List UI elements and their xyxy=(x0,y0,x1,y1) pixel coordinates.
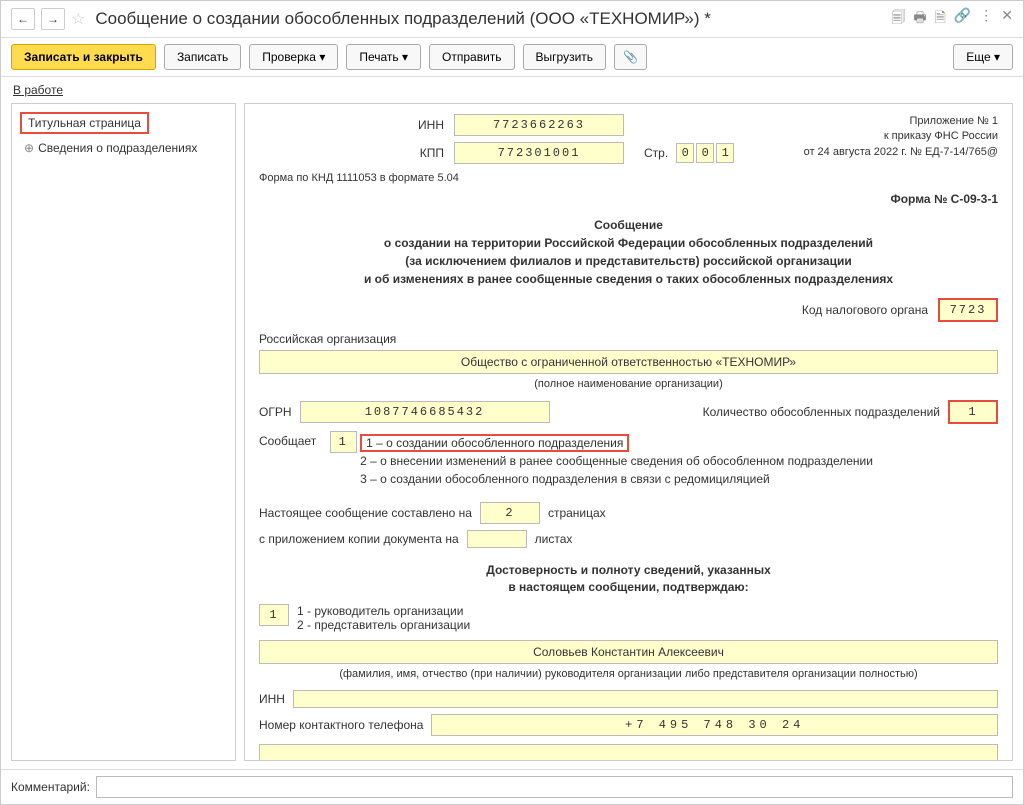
save-close-button[interactable]: Записать и закрыть xyxy=(11,44,156,70)
page-label: Стр. xyxy=(644,146,668,160)
confirm-header: Достоверность и полноту сведений, указан… xyxy=(259,562,998,596)
nav-back-button[interactable]: ← xyxy=(11,8,35,30)
reports-code-field[interactable]: 1 xyxy=(330,431,357,453)
print-button[interactable]: Печать ▾ xyxy=(346,44,421,70)
more-button[interactable]: Еще ▾ xyxy=(953,44,1013,70)
auth-doc-field[interactable] xyxy=(259,744,998,761)
document-title: Сообщение о создании на территории Росси… xyxy=(259,216,998,288)
signer-options: 1 - руководитель организации 2 - предста… xyxy=(297,604,470,632)
knd-label: Форма по КНД 1111053 в формате 5.04 xyxy=(259,172,998,184)
signer-inn-label: ИНН xyxy=(259,692,285,706)
tree-item-title-page[interactable]: Титульная страница xyxy=(20,112,149,134)
tree-expand-icon[interactable]: ⊕ xyxy=(24,141,34,155)
status-link[interactable]: В работе xyxy=(13,83,63,97)
count-field[interactable]: 1 xyxy=(948,400,998,424)
reports-label: Сообщает xyxy=(259,434,316,448)
send-button[interactable]: Отправить xyxy=(429,44,515,70)
inn-label: ИНН xyxy=(404,118,444,132)
pages-text2: страницах xyxy=(548,506,606,520)
clipboard-icon[interactable]: 🗎 xyxy=(935,7,946,31)
form-code: Форма № С-09-3-1 xyxy=(259,192,998,206)
comment-input[interactable] xyxy=(96,776,1013,798)
form-panel: Приложение № 1 к приказу ФНС России от 2… xyxy=(244,103,1013,761)
org-label: Российская организация xyxy=(259,332,998,346)
tax-code-label: Код налогового органа xyxy=(802,303,928,317)
signer-caption: (фамилия, имя, отчество (при наличии) ру… xyxy=(259,668,998,680)
phone-label: Номер контактного телефона xyxy=(259,718,423,732)
org-caption: (полное наименование организации) xyxy=(259,378,998,390)
close-icon[interactable]: ✕ xyxy=(1001,7,1013,31)
export-button[interactable]: Выгрузить xyxy=(523,44,607,70)
toolbar: Записать и закрыть Записать Проверка ▾ П… xyxy=(1,38,1023,77)
status-row: В работе xyxy=(1,77,1023,103)
paperclip-icon: 📎 xyxy=(623,50,638,64)
ogrn-field[interactable]: 1087746685432 xyxy=(300,401,550,423)
save-button[interactable]: Записать xyxy=(164,44,241,70)
chevron-down-icon: ▾ xyxy=(994,50,1000,64)
attachment-button[interactable]: 📎 xyxy=(614,44,647,70)
copies-field[interactable] xyxy=(467,530,527,548)
reports-options: 1 – о создании обособленного подразделен… xyxy=(360,434,873,488)
appendix-note: Приложение № 1 к приказу ФНС России от 2… xyxy=(804,114,998,160)
left-tree-panel: Титульная страница ⊕Сведения о подраздел… xyxy=(11,103,236,761)
signer-code-field[interactable]: 1 xyxy=(259,604,289,626)
ogrn-label: ОГРН xyxy=(259,405,292,419)
tax-code-field[interactable]: 7723 xyxy=(938,298,998,322)
page-title: Сообщение о создании обособленных подраз… xyxy=(95,9,885,29)
page-number-boxes: 0 0 1 xyxy=(676,143,734,163)
title-bar: ← → ☆ Сообщение о создании обособленных … xyxy=(1,1,1023,38)
report-icon[interactable]: 🗐 xyxy=(891,7,905,31)
chevron-down-icon: ▾ xyxy=(402,50,408,64)
org-name-field[interactable]: Общество с ограниченной ответственностью… xyxy=(259,350,998,374)
more-menu-icon[interactable]: ⋮ xyxy=(979,7,993,31)
signer-inn-field[interactable] xyxy=(293,690,998,708)
check-button[interactable]: Проверка ▾ xyxy=(249,44,338,70)
copies-text1: с приложением копии документа на xyxy=(259,532,459,546)
kpp-label: КПП xyxy=(404,146,444,160)
favorite-star-icon[interactable]: ☆ xyxy=(71,9,85,29)
inn-field[interactable]: 7723662263 xyxy=(454,114,624,136)
print-icon[interactable]: 🖶 xyxy=(913,7,926,31)
pages-field[interactable]: 2 xyxy=(480,502,540,524)
pages-text1: Настоящее сообщение составлено на xyxy=(259,506,472,520)
link-icon[interactable]: 🔗 xyxy=(954,7,971,31)
comment-label: Комментарий: xyxy=(11,780,90,794)
kpp-field[interactable]: 772301001 xyxy=(454,142,624,164)
nav-forward-button[interactable]: → xyxy=(41,8,65,30)
chevron-down-icon: ▾ xyxy=(319,50,325,64)
tree-item-subdivisions[interactable]: ⊕Сведения о подразделениях xyxy=(24,140,227,157)
copies-text2: листах xyxy=(535,532,573,546)
phone-field[interactable]: +7 495 748 30 24 xyxy=(431,714,998,736)
count-label: Количество обособленных подразделений xyxy=(703,405,940,419)
signer-name-field[interactable]: Соловьев Константин Алексеевич xyxy=(259,640,998,664)
footer-bar: Комментарий: xyxy=(1,769,1023,804)
